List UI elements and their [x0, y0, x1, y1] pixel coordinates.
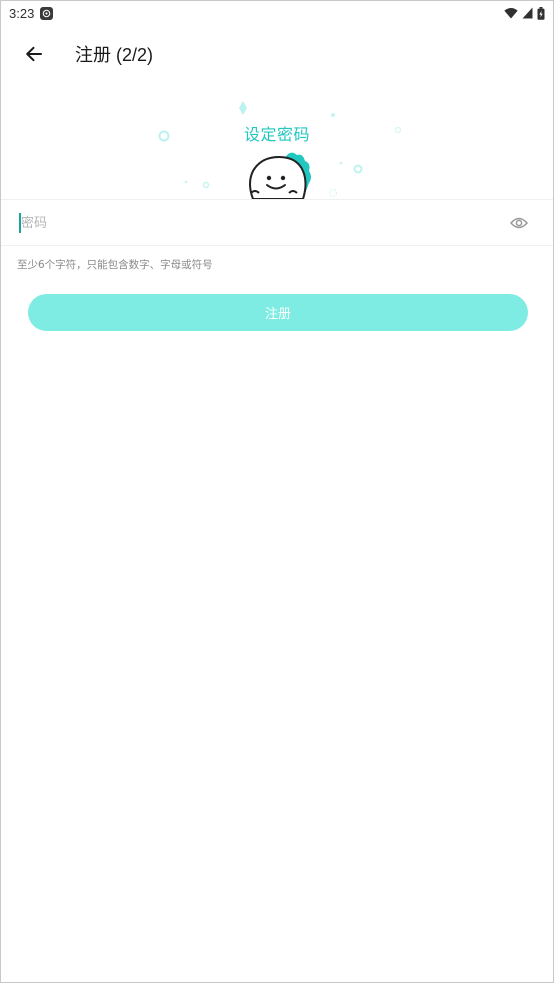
battery-icon: [537, 6, 545, 20]
register-button-label: 注册: [264, 307, 291, 322]
page-title: 注册 (2/2): [75, 45, 154, 65]
dino-mascot-icon: [249, 152, 311, 199]
status-time: 3:23: [9, 5, 35, 21]
password-row: [1, 199, 553, 246]
password-hint: 至少6个字符，只能包含数字、字母或符号: [17, 259, 213, 271]
eye-icon: [510, 217, 528, 229]
app-bar: 注册 (2/2): [1, 27, 553, 81]
notification-app-icon: [40, 6, 54, 20]
password-input[interactable]: [21, 208, 491, 238]
wifi-icon: [504, 8, 518, 19]
screen: 3:23 注册 (2/2) 设定密码 至少6个字符，只能包含数字、字母或符号 注…: [0, 0, 554, 983]
status-icons: [504, 6, 545, 20]
arrow-left-icon: [26, 46, 42, 62]
signal-icon: [522, 7, 533, 19]
status-bar: 3:23: [1, 1, 553, 25]
toggle-password-visibility-button[interactable]: [507, 212, 531, 234]
header-illustration: 设定密码: [141, 93, 421, 199]
header-title: 设定密码: [244, 125, 311, 144]
register-button[interactable]: 注册: [28, 294, 528, 331]
back-button[interactable]: [7, 27, 61, 81]
